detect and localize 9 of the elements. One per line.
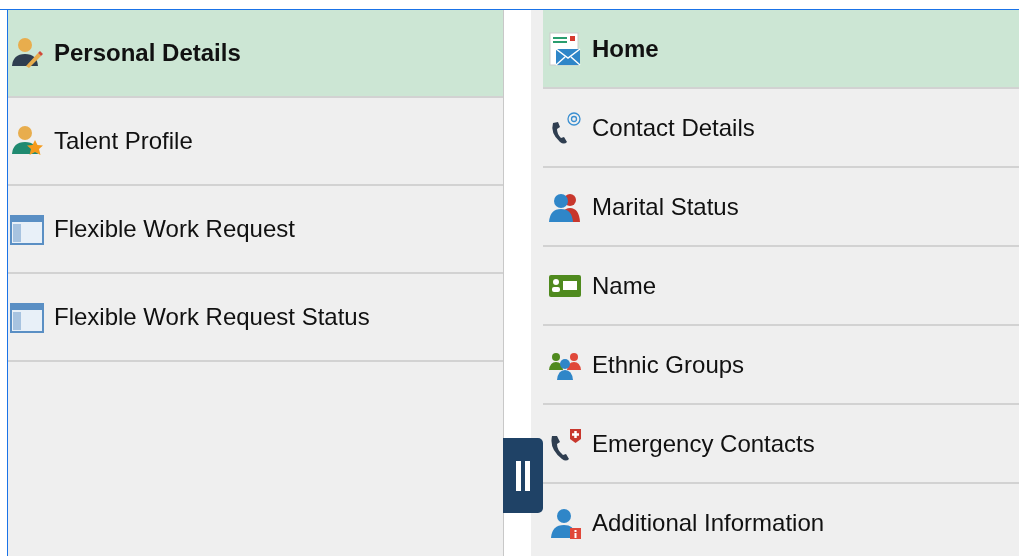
phone-medical-icon <box>548 426 582 461</box>
window-icon <box>10 212 44 246</box>
person-pencil-icon <box>10 36 44 70</box>
envelope-page-icon <box>548 31 582 66</box>
window-icon <box>10 300 44 334</box>
collapse-handle[interactable] <box>503 438 543 513</box>
menu-item[interactable]: Personal Details <box>8 10 503 98</box>
menu-item[interactable]: Home <box>543 10 1019 89</box>
pause-bars-icon <box>516 460 530 491</box>
